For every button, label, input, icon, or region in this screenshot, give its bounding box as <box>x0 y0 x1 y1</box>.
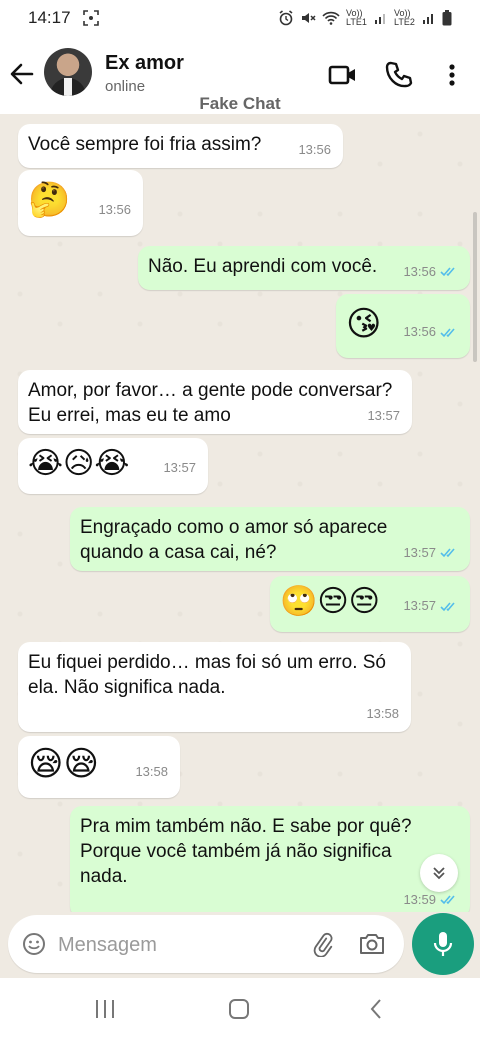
message-text: Amor, por favor… a gente pode conversar?… <box>28 380 393 426</box>
scroll-down-icon <box>433 867 445 880</box>
status-time: 14:17 <box>28 8 71 27</box>
message-bubble[interactable]: 😭😥😭 13:57 <box>18 438 208 494</box>
read-ticks-icon <box>440 267 455 277</box>
camera-icon[interactable] <box>358 931 386 957</box>
message-emoji: 😘 <box>346 305 382 343</box>
read-ticks-icon <box>440 601 455 611</box>
screenshot-icon <box>82 10 99 26</box>
message-time: 13:56 <box>298 142 331 157</box>
nav-back-icon[interactable] <box>366 998 388 1020</box>
contact-name[interactable]: Ex amor <box>105 52 184 75</box>
message-bubble[interactable]: Não. Eu aprendi com você. 13:56 <box>138 246 470 290</box>
carrier-1: Vo)) LTE1 <box>346 8 367 27</box>
chat-area[interactable]: Você sempre foi fria assim? 13:56 🤔 13:5… <box>0 114 480 912</box>
mute-icon <box>302 13 316 23</box>
voice-record-button[interactable] <box>412 913 474 975</box>
mic-icon <box>433 932 453 956</box>
video-call-icon[interactable] <box>328 60 358 90</box>
message-bubble[interactable]: Amor, por favor… a gente pode conversar?… <box>18 370 412 434</box>
message-status: 13:56 <box>403 312 458 352</box>
message-bubble[interactable]: 😪😪 13:58 <box>18 736 180 798</box>
wifi-icon <box>322 11 340 25</box>
read-ticks-icon <box>440 895 455 905</box>
message-emoji: 🙄😒😒 <box>280 585 380 618</box>
message-text: Você sempre foi fria assim? <box>28 134 262 155</box>
attach-icon[interactable] <box>310 931 336 957</box>
watermark-label: Fake Chat <box>199 94 281 113</box>
message-time: 13:56 <box>98 202 131 217</box>
read-ticks-icon <box>440 327 455 337</box>
message-status: 13:59 <box>403 887 458 912</box>
more-vert-icon[interactable] <box>437 60 467 90</box>
message-status: 13:56 <box>403 259 458 284</box>
message-status: 13:57 <box>403 586 458 626</box>
signal-icon <box>375 14 385 24</box>
message-bubble[interactable]: 🤔 13:56 <box>18 170 143 236</box>
message-bubble[interactable]: Pra mim também não. E sabe por quê? Porq… <box>70 806 470 912</box>
message-composer <box>8 915 404 973</box>
scroll-down-button[interactable] <box>420 854 458 892</box>
battery-icon <box>442 10 452 26</box>
message-bubble[interactable]: Engraçado como o amor só aparece quando … <box>70 507 470 571</box>
alarm-icon <box>279 10 293 26</box>
scrollbar-thumb[interactable] <box>473 212 477 362</box>
message-bubble[interactable]: Você sempre foi fria assim? 13:56 <box>18 124 343 168</box>
presence-status: online <box>105 78 146 95</box>
message-time: 13:56 <box>403 324 436 339</box>
message-time: 13:57 <box>163 460 196 475</box>
phone-icon[interactable] <box>384 60 414 90</box>
message-time: 13:57 <box>403 598 436 613</box>
message-emoji: 🤔 <box>28 181 71 219</box>
message-text: Não. Eu aprendi com você. <box>148 256 378 277</box>
message-bubble[interactable]: Eu fiquei perdido… mas foi só um erro. S… <box>18 642 411 732</box>
read-ticks-icon <box>440 548 455 558</box>
message-time: 13:56 <box>403 264 436 279</box>
message-input[interactable] <box>56 929 290 961</box>
message-time: 13:57 <box>403 545 436 560</box>
recent-apps-icon[interactable] <box>94 998 116 1020</box>
carrier-2: Vo)) LTE2 <box>394 8 415 27</box>
message-status: 13:57 <box>403 540 458 565</box>
message-time: 13:57 <box>367 408 400 423</box>
message-text: Engraçado como o amor só aparece quando … <box>80 517 388 563</box>
message-bubble[interactable]: 🙄😒😒 13:57 <box>270 576 470 632</box>
composer-bar <box>0 912 480 978</box>
signal-icon-2 <box>423 14 433 24</box>
message-time: 13:58 <box>366 706 399 721</box>
emoji-icon[interactable] <box>22 932 46 956</box>
message-text: Eu fiquei perdido… mas foi só um erro. S… <box>28 652 387 698</box>
chat-header: Ex amor online Fake Chat <box>0 36 480 114</box>
home-icon[interactable] <box>228 998 250 1020</box>
message-time: 13:58 <box>135 764 168 779</box>
message-emoji: 😭😥😭 <box>28 447 130 480</box>
avatar[interactable] <box>44 48 92 96</box>
message-time: 13:59 <box>403 892 436 907</box>
message-text: Pra mim também não. E sabe por quê? Porq… <box>80 816 412 887</box>
back-arrow-icon[interactable] <box>8 60 36 88</box>
status-bar: 14:17 Vo)) LTE1 Vo)) LTE2 <box>0 0 480 36</box>
message-emoji: 😪😪 <box>28 745 99 783</box>
message-bubble[interactable]: 😘 13:56 <box>336 294 470 358</box>
system-nav-bar <box>0 978 480 1040</box>
